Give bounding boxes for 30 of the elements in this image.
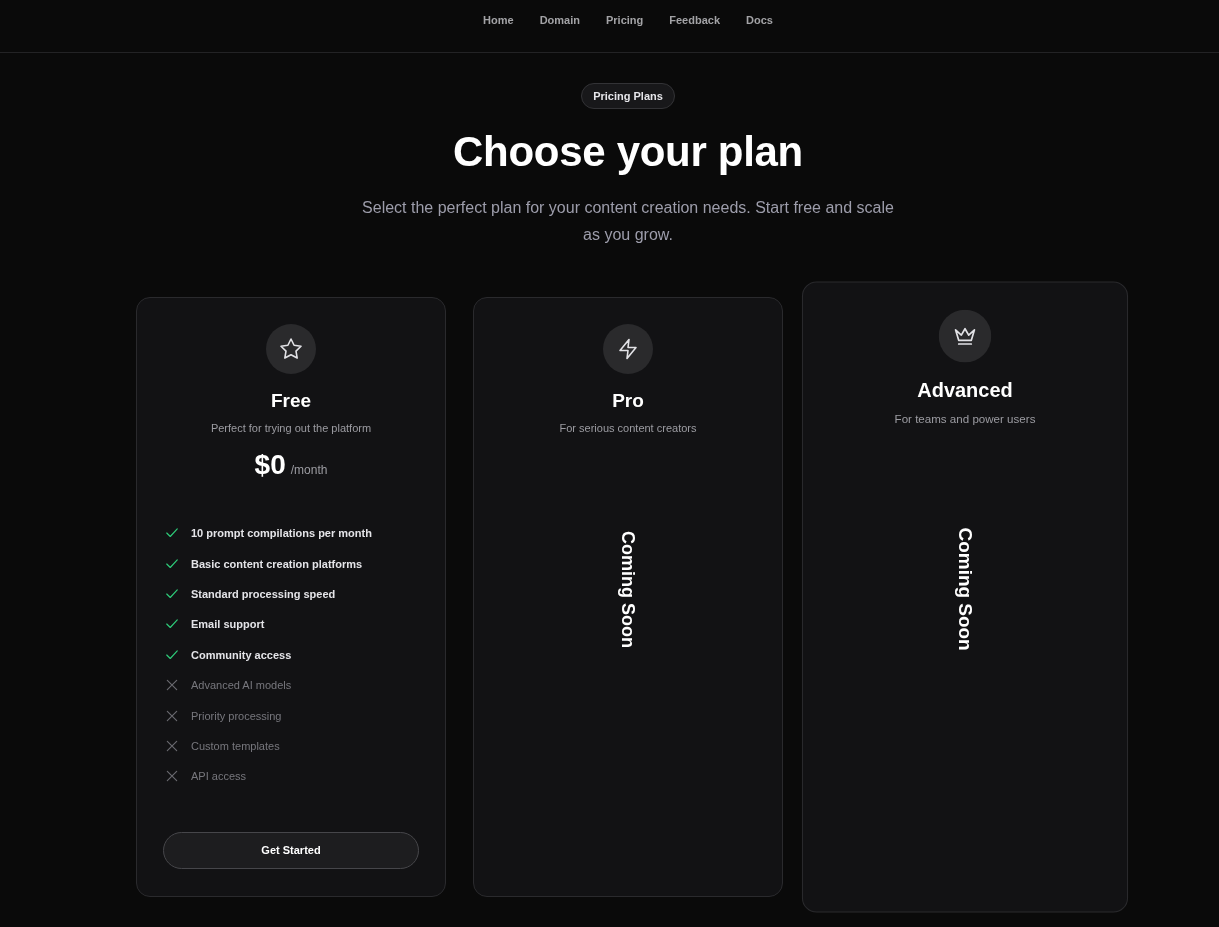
page-title: Choose your plan <box>453 127 803 177</box>
plan-description: Perfect for trying out the platform <box>210 421 372 436</box>
coming-soon-label: Coming Soon <box>617 531 639 648</box>
nav-link[interactable]: Pricing <box>605 13 644 27</box>
plan-name: Free <box>270 389 312 412</box>
feature-label: 10 prompt compilations per month <box>191 526 372 541</box>
nav-link[interactable]: Feedback <box>669 13 720 27</box>
coming-soon-label: Coming Soon <box>953 527 977 651</box>
plan-name: Advanced <box>917 378 1013 403</box>
feature-label: Advanced AI models <box>191 678 292 693</box>
page-subtitle: Select the perfect plan for your content creation needs. Start free and scale as you grow. <box>361 198 895 245</box>
nav-link[interactable]: Domain <box>539 13 580 27</box>
plan-description: For serious content creators <box>559 421 697 436</box>
plan-name: Pro <box>612 389 644 412</box>
feature-label: Email support <box>191 617 265 632</box>
feature-label: Standard processing speed <box>191 586 336 601</box>
billing-period: /month <box>290 463 328 477</box>
nav-link[interactable]: Docs <box>746 13 773 27</box>
feature-label: Priority processing <box>191 708 282 723</box>
plan-description: For teams and power users <box>894 411 1036 428</box>
feature-label: Custom templates <box>191 738 280 753</box>
lightning-bolt-icon <box>603 324 653 374</box>
feature-label: API access <box>191 769 247 784</box>
feature-label: Basic content creation platforms <box>191 556 363 571</box>
get-started-button[interactable]: Get Started <box>163 831 419 869</box>
feature-label: Community access <box>191 647 292 662</box>
section-badge: Pricing Plans <box>581 83 675 109</box>
nav-link[interactable]: Home <box>483 13 514 27</box>
plan-price: $0 <box>254 449 286 481</box>
crown-icon <box>938 309 992 363</box>
